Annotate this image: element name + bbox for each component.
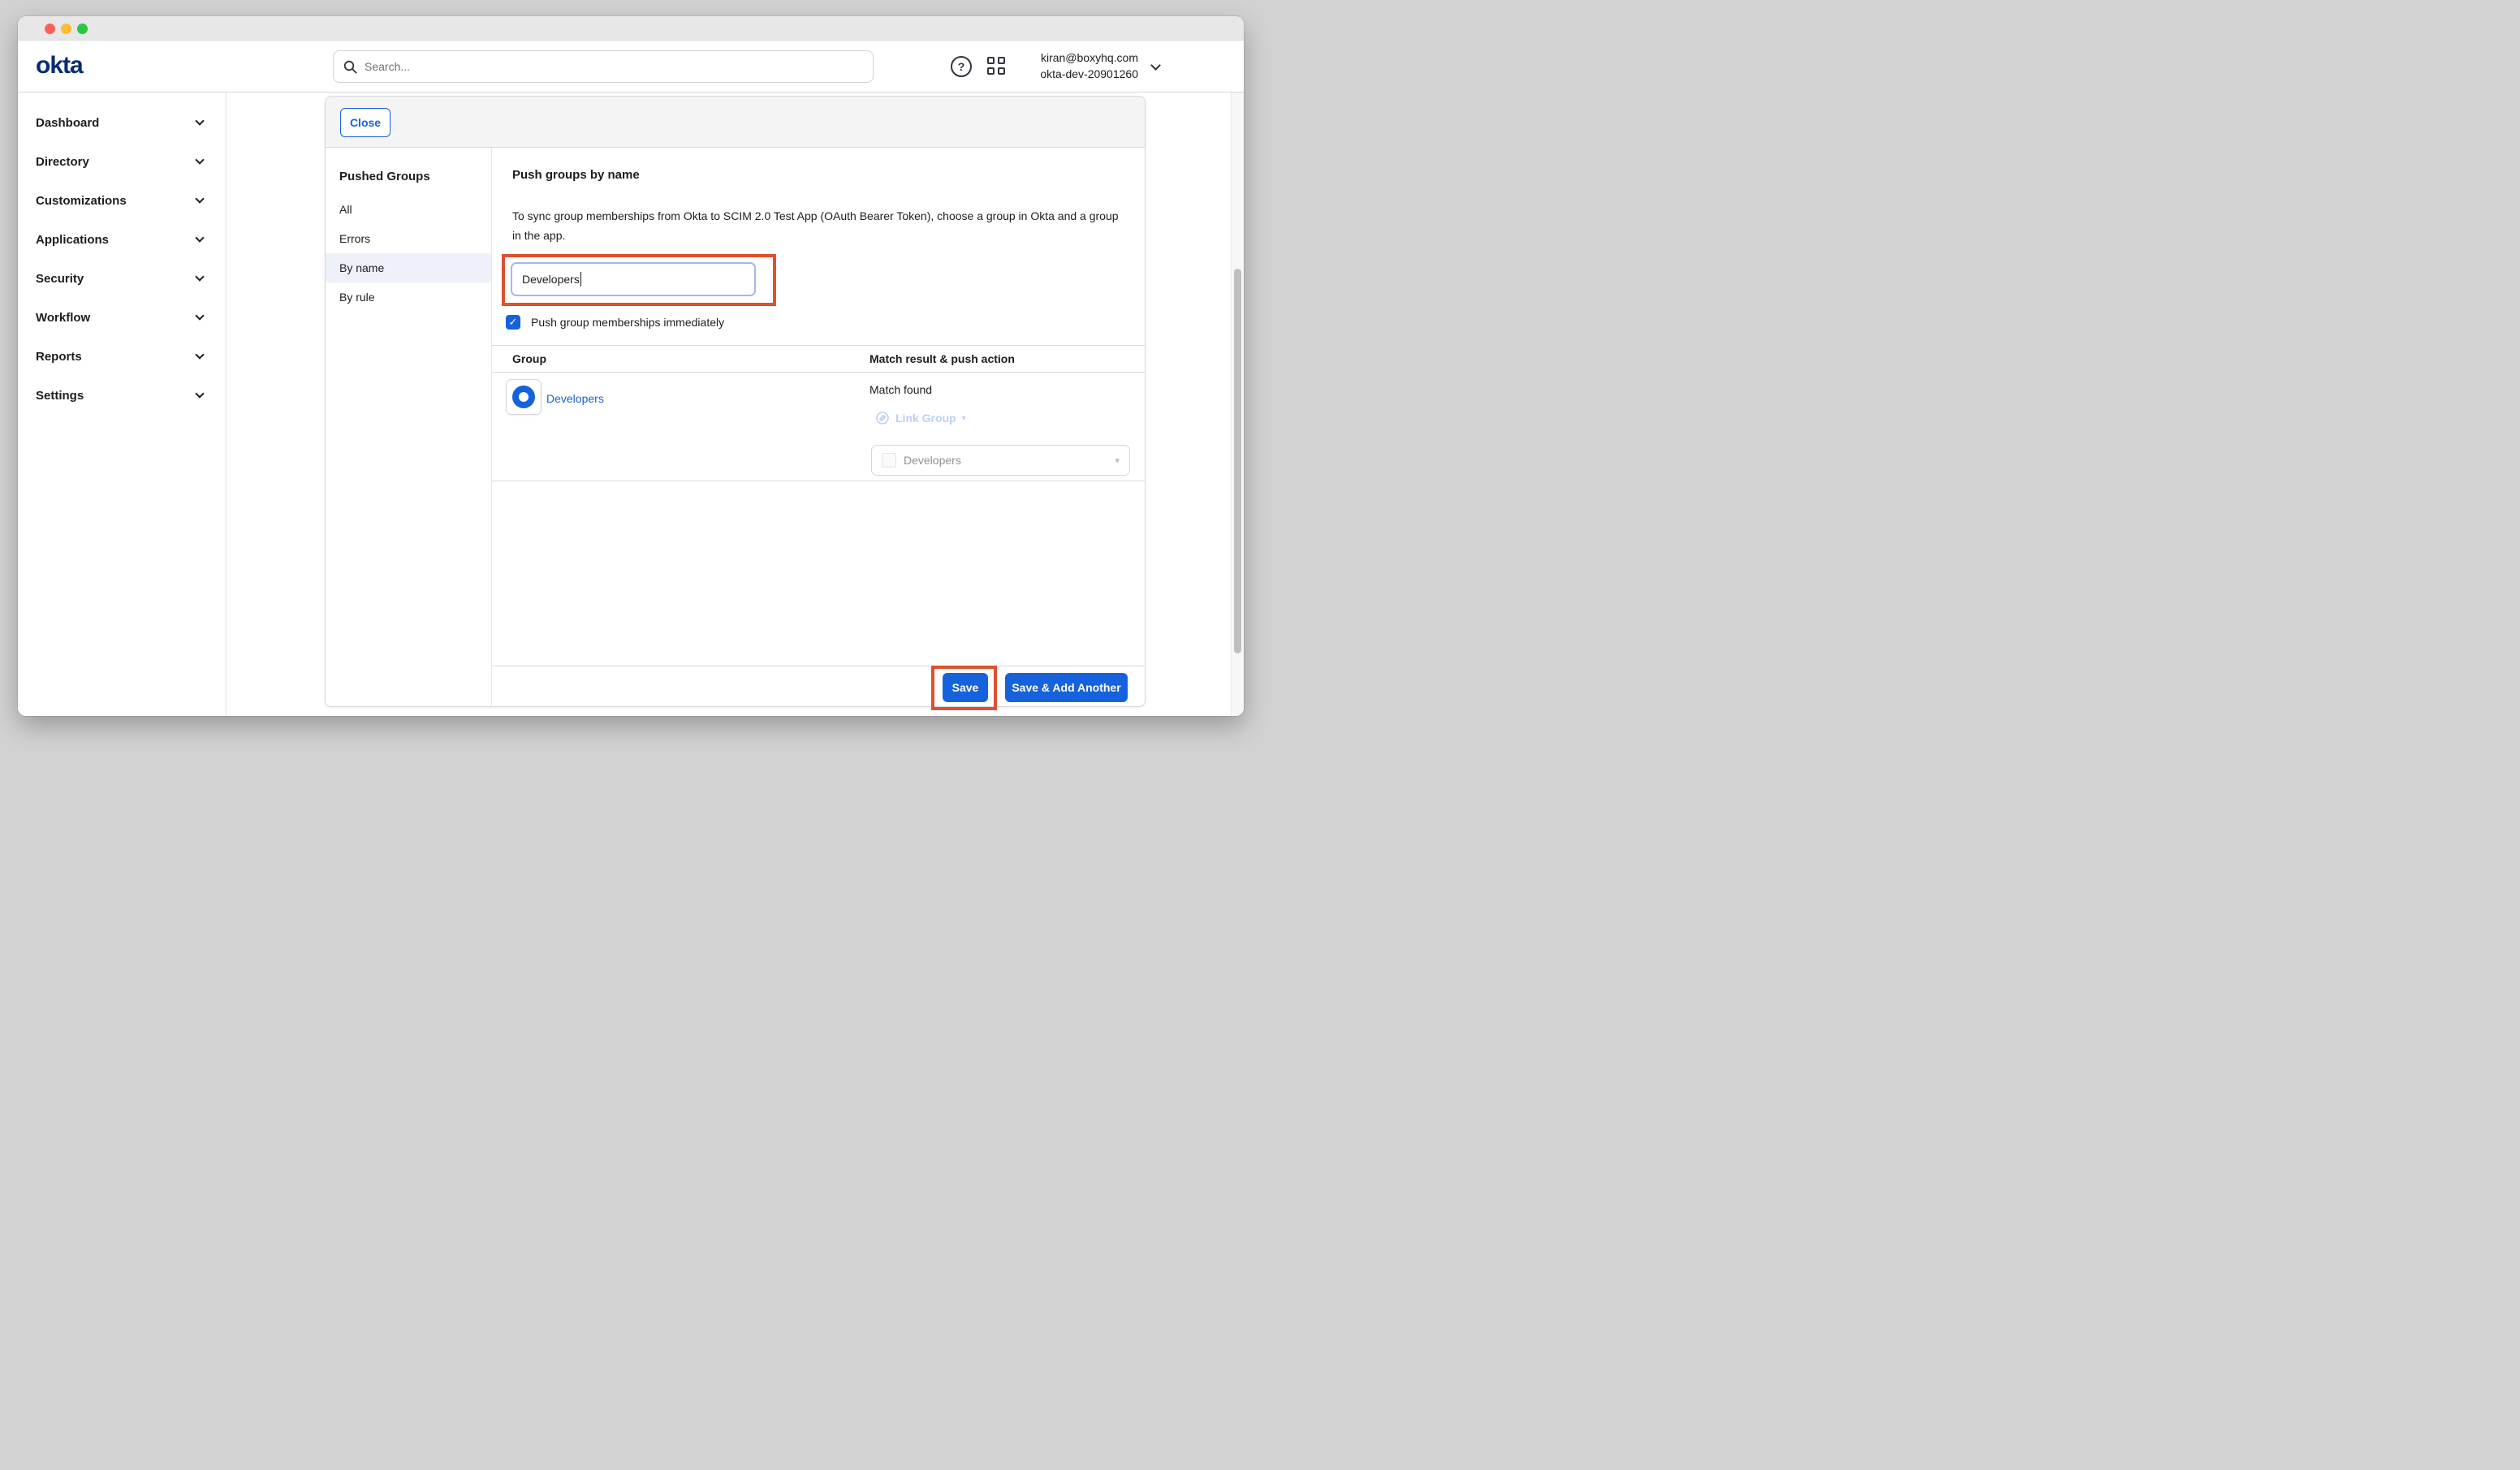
- search-input[interactable]: [365, 60, 863, 73]
- close-window-button[interactable]: [45, 24, 55, 34]
- chevron-down-icon[interactable]: [1150, 60, 1161, 71]
- group-icon-card: [506, 379, 542, 415]
- panel-footer: Save Save & Add Another: [492, 666, 1145, 708]
- apps-grid-icon[interactable]: [987, 57, 1007, 76]
- okta-logo: okta: [36, 52, 83, 80]
- chevron-down-icon: [195, 194, 204, 203]
- link-icon: [876, 412, 889, 425]
- match-result-text: Match found: [869, 383, 932, 396]
- search-icon: [343, 60, 357, 74]
- column-header-match: Match result & push action: [869, 352, 1015, 365]
- chevron-down-icon: [195, 233, 204, 242]
- question-glyph: ?: [958, 60, 965, 73]
- group-ring-icon: [512, 386, 535, 408]
- group-name-input[interactable]: Developers: [511, 262, 756, 296]
- content-area: Dashboard Directory Customizations Appli…: [18, 93, 1244, 716]
- group-link[interactable]: Developers: [546, 392, 604, 405]
- description-text: To sync group memberships from Okta to S…: [512, 206, 1120, 245]
- app-header: okta ? kiran@boxyhq.com okta-dev-2090126…: [18, 41, 1244, 93]
- push-immediately-label: Push group memberships immediately: [531, 316, 724, 329]
- search-box[interactable]: [333, 50, 874, 83]
- sidebar-item-reports[interactable]: Reports: [18, 337, 226, 376]
- chevron-down-icon: [195, 116, 204, 125]
- chevron-down-icon: [195, 155, 204, 164]
- chevron-down-icon: [195, 350, 204, 359]
- pushed-groups-title: Pushed Groups: [326, 148, 491, 195]
- app-window: okta ? kiran@boxyhq.com okta-dev-2090126…: [18, 16, 1244, 716]
- user-email: kiran@boxyhq.com: [1040, 50, 1138, 66]
- caret-down-icon: ▾: [962, 414, 966, 423]
- link-group-button[interactable]: Link Group ▾: [876, 412, 966, 425]
- help-icon[interactable]: ?: [951, 56, 972, 77]
- table-header: Group Match result & push action: [492, 345, 1145, 373]
- chevron-down-icon: [195, 311, 204, 320]
- sidebar-item-customizations[interactable]: Customizations: [18, 181, 226, 220]
- window-titlebar: [18, 16, 1244, 41]
- sidebar-item-directory[interactable]: Directory: [18, 142, 226, 181]
- group-input-value: Developers: [522, 273, 580, 286]
- push-groups-panel: Close Pushed Groups All Errors By name B…: [325, 96, 1146, 707]
- target-group-value: Developers: [904, 454, 961, 467]
- sidebar-item-security[interactable]: Security: [18, 259, 226, 298]
- save-button[interactable]: Save: [943, 673, 988, 702]
- sidebar-item-settings[interactable]: Settings: [18, 376, 226, 415]
- column-header-group: Group: [512, 352, 546, 365]
- chevron-down-icon: [195, 272, 204, 281]
- sidebar-item-workflow[interactable]: Workflow: [18, 298, 226, 337]
- filter-errors[interactable]: Errors: [326, 224, 491, 253]
- checkmark-icon: ✓: [509, 316, 518, 329]
- panel-toolbar: Close: [326, 97, 1145, 148]
- sidebar-item-dashboard[interactable]: Dashboard: [18, 103, 226, 142]
- minimize-window-button[interactable]: [61, 24, 71, 34]
- sidebar: Dashboard Directory Customizations Appli…: [18, 93, 227, 716]
- sidebar-item-applications[interactable]: Applications: [18, 220, 226, 259]
- caret-down-icon: ▾: [1115, 455, 1120, 466]
- push-immediately-checkbox[interactable]: ✓: [506, 315, 520, 330]
- text-cursor: [580, 272, 581, 287]
- link-group-label: Link Group: [895, 412, 956, 425]
- filter-by-rule[interactable]: By rule: [326, 282, 491, 312]
- pushed-groups-column: Pushed Groups All Errors By name By rule: [326, 148, 492, 706]
- scrollbar-thumb[interactable]: [1234, 269, 1241, 653]
- zoom-window-button[interactable]: [77, 24, 88, 34]
- group-placeholder-icon: [882, 453, 896, 468]
- filter-by-name[interactable]: By name: [326, 253, 491, 282]
- scrollbar-track[interactable]: [1231, 93, 1244, 716]
- target-group-select[interactable]: Developers ▾: [871, 445, 1130, 476]
- filter-all[interactable]: All: [326, 195, 491, 224]
- table-row: Developers Match found Link Group ▾ Deve…: [492, 373, 1145, 481]
- save-add-another-button[interactable]: Save & Add Another: [1005, 673, 1128, 702]
- page-title: Push groups by name: [512, 168, 640, 182]
- user-account-menu[interactable]: kiran@boxyhq.com okta-dev-20901260: [1040, 50, 1138, 82]
- close-button[interactable]: Close: [340, 108, 391, 137]
- chevron-down-icon: [195, 389, 204, 398]
- org-name: okta-dev-20901260: [1040, 66, 1138, 82]
